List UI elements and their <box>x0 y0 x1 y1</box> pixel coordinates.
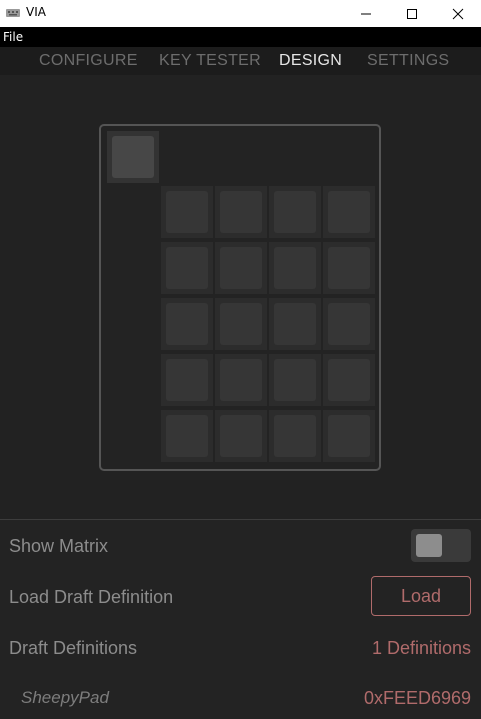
keyboard-icon <box>6 9 20 17</box>
definition-id: 0xFEED6969 <box>363 688 471 708</box>
keycap <box>274 247 316 289</box>
keyboard-key[interactable] <box>323 298 375 350</box>
window-titlebar: VIA <box>0 0 481 27</box>
keycap <box>328 359 370 401</box>
keycap <box>220 191 262 233</box>
keyboard-key[interactable] <box>269 242 321 294</box>
minimize-icon <box>361 13 371 14</box>
load-draft-label: Load Draft Definition <box>9 587 174 607</box>
tab-settings[interactable]: SETTINGS <box>367 52 449 70</box>
draft-definitions-label: Draft Definitions <box>9 638 138 658</box>
keyboard-key[interactable] <box>215 186 267 238</box>
keycap <box>328 415 370 457</box>
definition-name: SheepyPad <box>21 688 109 707</box>
keycap <box>166 359 208 401</box>
keyboard-key[interactable] <box>323 242 375 294</box>
tab-design[interactable]: DESIGN <box>279 52 342 70</box>
maximize-icon <box>407 8 417 19</box>
keyboard-key[interactable] <box>215 410 267 462</box>
keyboard-key[interactable] <box>161 354 213 406</box>
keycap <box>328 247 370 289</box>
keyboard-key[interactable] <box>161 410 213 462</box>
keyboard-key[interactable] <box>107 131 159 183</box>
design-settings-panel: Show Matrix Load Draft Definition Load D… <box>0 520 481 719</box>
keyboard-key[interactable] <box>269 186 321 238</box>
keyboard-key[interactable] <box>161 298 213 350</box>
keyboard-layout <box>99 124 381 471</box>
keyboard-key[interactable] <box>323 186 375 238</box>
keyboard-key[interactable] <box>215 242 267 294</box>
keycap <box>220 303 262 345</box>
keycap <box>220 247 262 289</box>
keycap <box>112 136 154 178</box>
keycap <box>166 415 208 457</box>
keyboard-key[interactable] <box>161 186 213 238</box>
keyboard-key[interactable] <box>161 242 213 294</box>
menubar: File <box>0 27 481 47</box>
window-title: VIA <box>26 5 46 19</box>
keycap <box>274 191 316 233</box>
keycap <box>274 359 316 401</box>
keyboard-preview-canvas <box>0 75 481 519</box>
menu-file[interactable]: File <box>3 30 23 44</box>
minimize-button[interactable] <box>343 0 389 27</box>
keyboard-key[interactable] <box>323 354 375 406</box>
show-matrix-toggle[interactable] <box>411 529 471 562</box>
close-button[interactable] <box>435 0 481 27</box>
keyboard-key[interactable] <box>323 410 375 462</box>
load-button[interactable]: Load <box>371 576 471 616</box>
toggle-knob <box>416 534 442 557</box>
keycap <box>328 303 370 345</box>
keycap <box>220 415 262 457</box>
keyboard-key[interactable] <box>269 410 321 462</box>
keycap <box>166 191 208 233</box>
keycap <box>274 303 316 345</box>
keycap <box>328 191 370 233</box>
show-matrix-label: Show Matrix <box>9 536 109 556</box>
tab-key-tester[interactable]: KEY TESTER <box>159 52 261 70</box>
keyboard-key[interactable] <box>215 354 267 406</box>
keyboard-key[interactable] <box>215 298 267 350</box>
keyboard-key[interactable] <box>269 298 321 350</box>
tab-configure[interactable]: CONFIGURE <box>39 52 138 70</box>
keycap <box>166 303 208 345</box>
keycap <box>220 359 262 401</box>
draft-definitions-count: 1 Definitions <box>371 638 471 658</box>
close-icon <box>452 8 464 19</box>
keycap <box>274 415 316 457</box>
maximize-button[interactable] <box>389 0 435 27</box>
keycap <box>166 247 208 289</box>
top-nav-tabs: CONFIGURE KEY TESTER DESIGN SETTINGS <box>0 47 481 75</box>
keyboard-key[interactable] <box>269 354 321 406</box>
